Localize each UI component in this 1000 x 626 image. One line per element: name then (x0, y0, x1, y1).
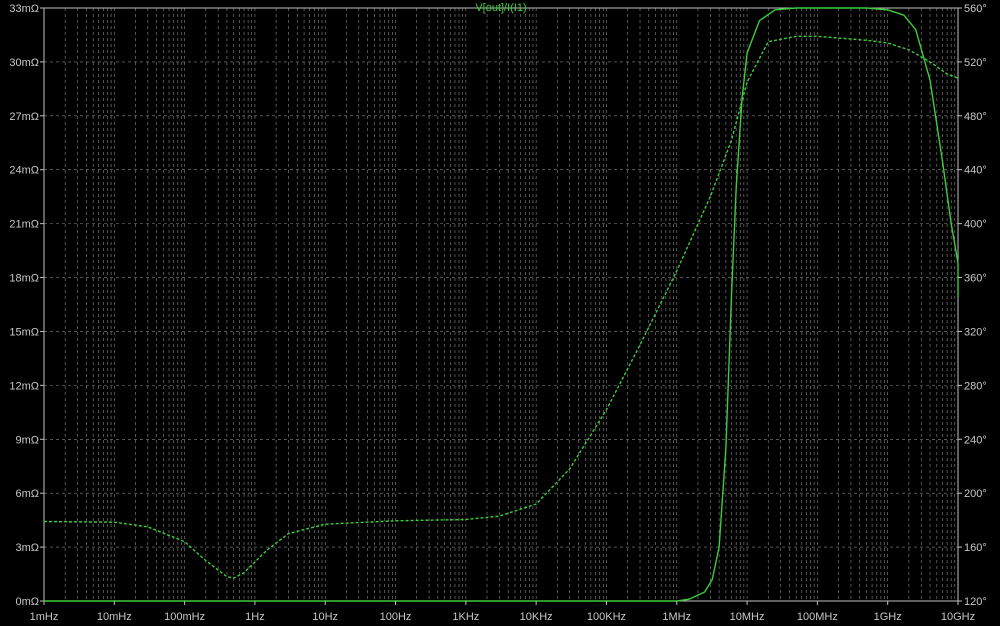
chart-title: V[out]/I(I1) (475, 2, 526, 14)
y-right-tick-label: 440° (964, 165, 987, 177)
y-left-tick-label: 21mΩ (9, 219, 39, 231)
x-tick-label: 100MHz (797, 611, 838, 623)
y-right-tick-label: 200° (964, 488, 987, 500)
x-tick-label: 10KHz (520, 611, 553, 623)
x-tick-label: 100mHz (164, 611, 205, 623)
x-tick-label: 1mHz (30, 611, 59, 623)
x-tick-label: 100KHz (587, 611, 626, 623)
y-right-tick-label: 560° (964, 3, 987, 15)
y-right-tick-label: 400° (964, 219, 987, 231)
x-tick-label: 10mHz (97, 611, 132, 623)
y-right-tick-label: 480° (964, 111, 987, 123)
y-left-tick-label: 12mΩ (9, 380, 39, 392)
y-right-tick-label: 240° (964, 434, 987, 446)
x-tick-label: 1Hz (245, 611, 265, 623)
x-tick-label: 1KHz (452, 611, 479, 623)
x-tick-label: 1GHz (874, 611, 902, 623)
y-left-tick-label: 6mΩ (15, 488, 39, 500)
bode-plot: 1mHz 10mHz 100mHz 1Hz 10Hz 100Hz 1KHz 10KHz 100K… (9, 2, 987, 623)
y-left-tick-label: 0mΩ (15, 596, 39, 608)
y-right-tick-label: 160° (964, 542, 987, 554)
y-left-tick-label: 9mΩ (15, 434, 39, 446)
grid (44, 8, 958, 601)
y-left-tick-label: 24mΩ (9, 165, 39, 177)
y-right-tick-label: 120° (964, 596, 987, 608)
y-right-tick-label: 520° (964, 57, 987, 69)
y-left-tick-label: 18mΩ (9, 273, 39, 285)
y-left-tick-label: 33mΩ (9, 3, 39, 15)
y-right-tick-label: 320° (964, 326, 987, 338)
x-tick-label: 1MHz (662, 611, 691, 623)
y-left-tick-label: 15mΩ (9, 326, 39, 338)
y-left-tick-label: 27mΩ (9, 111, 39, 123)
x-tick-label: 100Hz (380, 611, 412, 623)
x-tick-label: 10Hz (312, 611, 338, 623)
y-left-tick-label: 30mΩ (9, 57, 39, 69)
y-right-tick-label: 360° (964, 273, 987, 285)
x-tick-label: 10GHz (941, 611, 975, 623)
y-left-tick-label: 3mΩ (15, 542, 39, 554)
x-tick-label: 10MHz (730, 611, 765, 623)
y-right-tick-label: 280° (964, 380, 987, 392)
